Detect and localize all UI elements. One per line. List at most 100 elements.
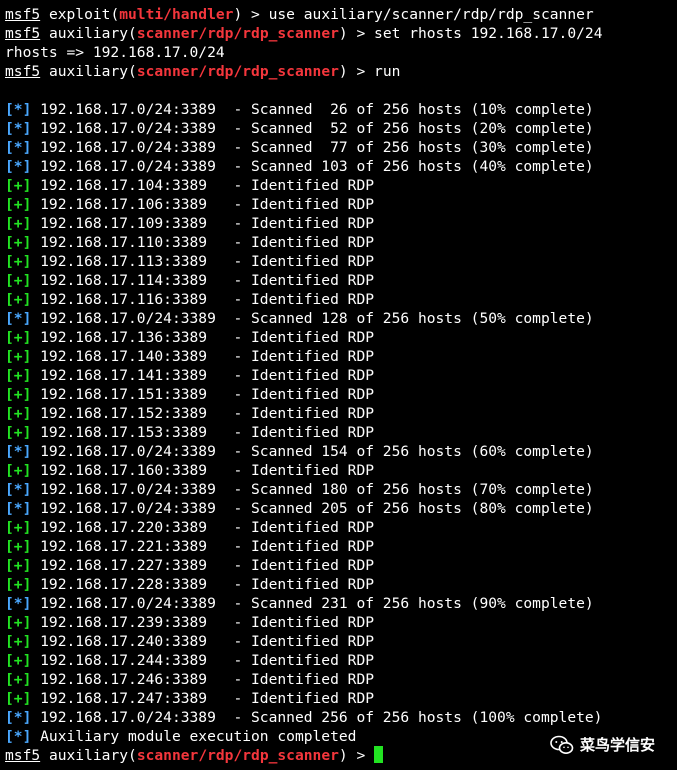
found-line: [+] 192.168.17.247:3389 - Identified RDP <box>5 689 677 708</box>
status-line: [*] 192.168.17.0/24:3389 - Scanned 180 o… <box>5 480 677 499</box>
success-tag: [+] <box>5 253 32 270</box>
success-tag: [+] <box>5 405 32 422</box>
info-tag: [*] <box>5 158 32 175</box>
found-line: [+] 192.168.17.140:3389 - Identified RDP <box>5 347 677 366</box>
found-line: [+] 192.168.17.153:3389 - Identified RDP <box>5 423 677 442</box>
info-tag: [*] <box>5 481 32 498</box>
status-line: [*] 192.168.17.0/24:3389 - Scanned 231 o… <box>5 594 677 613</box>
found-line: [+] 192.168.17.110:3389 - Identified RDP <box>5 233 677 252</box>
found-line: [+] 192.168.17.104:3389 - Identified RDP <box>5 176 677 195</box>
line-text: 192.168.17.116:3389 - Identified RDP <box>31 291 375 308</box>
found-line: [+] 192.168.17.151:3389 - Identified RDP <box>5 385 677 404</box>
line-text: 192.168.17.106:3389 - Identified RDP <box>31 196 375 213</box>
line-text: 192.168.17.228:3389 - Identified RDP <box>31 576 375 593</box>
line-text: 192.168.17.0/24:3389 - Scanned 77 of 256… <box>31 139 594 156</box>
success-tag: [+] <box>5 215 32 232</box>
prompt-command: ) > run <box>338 63 401 80</box>
scan-output: [*] 192.168.17.0/24:3389 - Scanned 26 of… <box>5 100 677 746</box>
success-tag: [+] <box>5 196 32 213</box>
info-tag: [*] <box>5 139 32 156</box>
found-line: [+] 192.168.17.136:3389 - Identified RDP <box>5 328 677 347</box>
found-line: [+] 192.168.17.221:3389 - Identified RDP <box>5 537 677 556</box>
prompt-module: scanner/rdp/rdp_scanner <box>136 747 339 764</box>
success-tag: [+] <box>5 234 32 251</box>
line-text: 192.168.17.153:3389 - Identified RDP <box>31 424 375 441</box>
prompt-module: multi/handler <box>119 6 234 23</box>
info-tag: [*] <box>5 595 32 612</box>
wechat-icon <box>550 735 574 754</box>
info-tag: [*] <box>5 709 32 726</box>
line-text: 192.168.17.113:3389 - Identified RDP <box>31 253 375 270</box>
terminal-window[interactable]: msf5 exploit(multi/handler) > use auxili… <box>5 5 677 765</box>
success-tag: [+] <box>5 386 32 403</box>
line-text: 192.168.17.0/24:3389 - Scanned 26 of 256… <box>31 101 594 118</box>
prompt-user: msf5 <box>5 6 41 23</box>
prompt-context-open: auxiliary( <box>40 63 137 80</box>
line-text: 192.168.17.0/24:3389 - Scanned 256 of 25… <box>31 709 603 726</box>
line-text: 192.168.17.136:3389 - Identified RDP <box>31 329 375 346</box>
found-line: [+] 192.168.17.239:3389 - Identified RDP <box>5 613 677 632</box>
info-tag: [*] <box>5 443 32 460</box>
info-tag: [*] <box>5 310 32 327</box>
line-text: 192.168.17.110:3389 - Identified RDP <box>31 234 375 251</box>
success-tag: [+] <box>5 424 32 441</box>
found-line: [+] 192.168.17.228:3389 - Identified RDP <box>5 575 677 594</box>
info-tag: [*] <box>5 120 32 137</box>
found-line: [+] 192.168.17.160:3389 - Identified RDP <box>5 461 677 480</box>
prompt-context-open: auxiliary( <box>40 747 137 764</box>
success-tag: [+] <box>5 519 32 536</box>
info-tag: [*] <box>5 500 32 517</box>
line-text: 192.168.17.152:3389 - Identified RDP <box>31 405 375 422</box>
found-line: [+] 192.168.17.106:3389 - Identified RDP <box>5 195 677 214</box>
success-tag: [+] <box>5 690 32 707</box>
success-tag: [+] <box>5 633 32 650</box>
line-text: 192.168.17.240:3389 - Identified RDP <box>31 633 375 650</box>
terminal-cursor[interactable] <box>374 746 384 763</box>
watermark-text: 菜鸟学信安 <box>579 736 655 754</box>
line-text: 192.168.17.140:3389 - Identified RDP <box>31 348 375 365</box>
success-tag: [+] <box>5 671 32 688</box>
prompt-command: ) > <box>338 747 375 764</box>
line-text: 192.168.17.141:3389 - Identified RDP <box>31 367 375 384</box>
rhosts-output: rhosts => 192.168.17.0/24 <box>5 44 225 61</box>
found-line: [+] 192.168.17.246:3389 - Identified RDP <box>5 670 677 689</box>
line-text: 192.168.17.151:3389 - Identified RDP <box>31 386 375 403</box>
watermark: 菜鸟学信安 <box>550 734 655 755</box>
found-line: [+] 192.168.17.116:3389 - Identified RDP <box>5 290 677 309</box>
line-text: 192.168.17.0/24:3389 - Scanned 180 of 25… <box>31 481 594 498</box>
found-line: [+] 192.168.17.141:3389 - Identified RDP <box>5 366 677 385</box>
line-text: 192.168.17.114:3389 - Identified RDP <box>31 272 375 289</box>
found-line: [+] 192.168.17.109:3389 - Identified RDP <box>5 214 677 233</box>
prompt-command: ) > set rhosts 192.168.17.0/24 <box>338 25 603 42</box>
line-text: 192.168.17.0/24:3389 - Scanned 205 of 25… <box>31 500 594 517</box>
status-line: [*] 192.168.17.0/24:3389 - Scanned 103 o… <box>5 157 677 176</box>
line-text: 192.168.17.0/24:3389 - Scanned 154 of 25… <box>31 443 594 460</box>
prompt-line-1: msf5 exploit(multi/handler) > use auxili… <box>5 5 677 24</box>
success-tag: [+] <box>5 576 32 593</box>
success-tag: [+] <box>5 177 32 194</box>
line-text: 192.168.17.104:3389 - Identified RDP <box>31 177 375 194</box>
found-line: [+] 192.168.17.114:3389 - Identified RDP <box>5 271 677 290</box>
found-line: [+] 192.168.17.227:3389 - Identified RDP <box>5 556 677 575</box>
prompt-line-2: msf5 auxiliary(scanner/rdp/rdp_scanner) … <box>5 24 677 43</box>
found-line: [+] 192.168.17.220:3389 - Identified RDP <box>5 518 677 537</box>
prompt-user: msf5 <box>5 25 41 42</box>
prompt-command: ) > use auxiliary/scanner/rdp/rdp_scanne… <box>233 6 594 23</box>
line-text: 192.168.17.0/24:3389 - Scanned 128 of 25… <box>31 310 594 327</box>
status-line: [*] 192.168.17.0/24:3389 - Scanned 26 of… <box>5 100 677 119</box>
success-tag: [+] <box>5 538 32 555</box>
line-text: 192.168.17.239:3389 - Identified RDP <box>31 614 375 631</box>
prompt-context-open: exploit( <box>40 6 120 23</box>
found-line: [+] 192.168.17.113:3389 - Identified RDP <box>5 252 677 271</box>
line-text: 192.168.17.247:3389 - Identified RDP <box>31 690 375 707</box>
status-line: [*] 192.168.17.0/24:3389 - Scanned 77 of… <box>5 138 677 157</box>
line-text: 192.168.17.109:3389 - Identified RDP <box>31 215 375 232</box>
success-tag: [+] <box>5 614 32 631</box>
success-tag: [+] <box>5 557 32 574</box>
success-tag: [+] <box>5 329 32 346</box>
line-text: 192.168.17.160:3389 - Identified RDP <box>31 462 375 479</box>
line-text: Auxiliary module execution completed <box>31 728 357 745</box>
line-text: 192.168.17.244:3389 - Identified RDP <box>31 652 375 669</box>
success-tag: [+] <box>5 272 32 289</box>
prompt-user: msf5 <box>5 747 41 764</box>
